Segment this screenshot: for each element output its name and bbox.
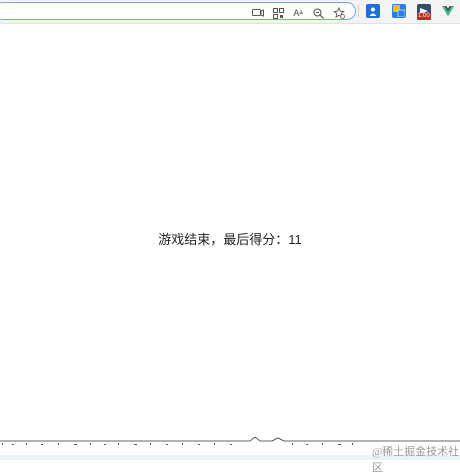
zoom-icon[interactable] bbox=[311, 7, 325, 19]
address-bar[interactable]: Aa bbox=[0, 2, 356, 20]
read-aloud-icon[interactable] bbox=[251, 7, 265, 19]
qr-code-icon[interactable] bbox=[271, 7, 285, 19]
game-over-message: 游戏结束，最后得分：11 bbox=[158, 232, 302, 247]
translate-extension-icon[interactable] bbox=[392, 4, 406, 18]
watermark: @稀土掘金技术社区 bbox=[372, 446, 460, 474]
profile-extension-icon[interactable] bbox=[366, 4, 380, 18]
favorite-icon[interactable] bbox=[332, 7, 346, 19]
vue-devtools-extension-icon[interactable] bbox=[441, 4, 455, 18]
browser-toolbar: Aa 1.00 bbox=[0, 0, 460, 24]
toolbar-separator bbox=[358, 5, 359, 17]
bottom-noise bbox=[2, 443, 353, 445]
extension-badge: 1.00 bbox=[417, 13, 431, 20]
font-size-icon[interactable]: Aa bbox=[291, 7, 305, 19]
